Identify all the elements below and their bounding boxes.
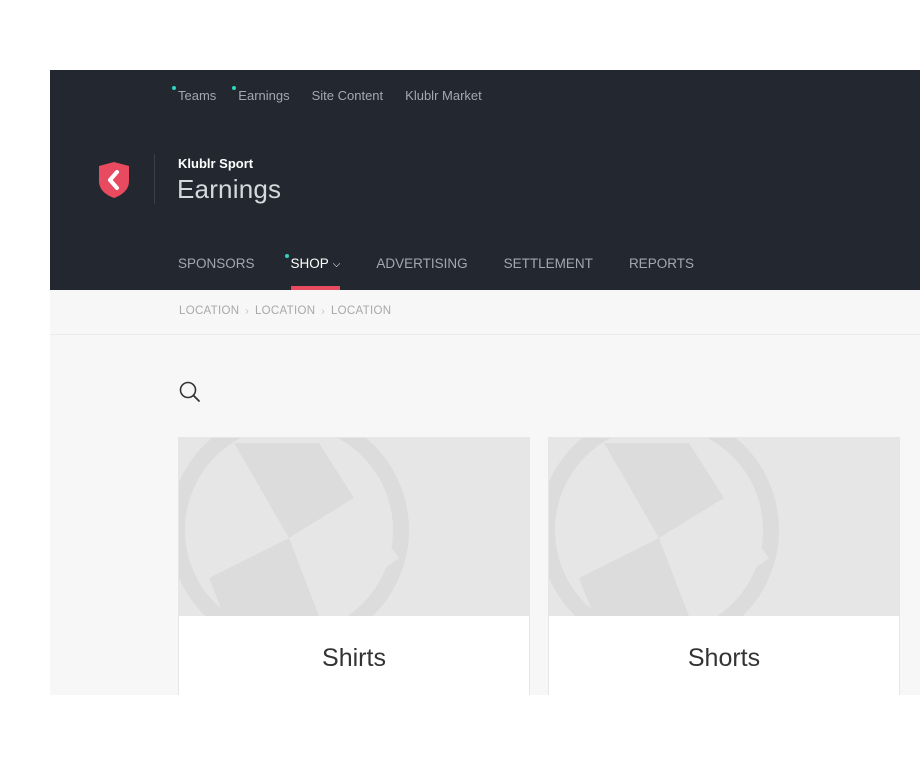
search-icon[interactable] (178, 380, 202, 404)
page-title: Earnings (177, 174, 282, 204)
placeholder-image (179, 438, 529, 616)
tab-reports[interactable]: REPORTS (629, 256, 694, 290)
image-placeholder-icon (179, 438, 409, 616)
topnav-label: Earnings (238, 88, 290, 103)
tab-label: SPONSORS (178, 256, 255, 271)
top-nav: Teams Earnings Site Content Klublr Marke… (172, 86, 482, 103)
topnav-item-teams[interactable]: Teams (172, 86, 217, 103)
card-label: Shorts (687, 644, 761, 672)
notification-dot (284, 254, 289, 258)
breadcrumb-item[interactable]: LOCATION (255, 305, 315, 317)
notification-dot (172, 86, 176, 90)
tab-label: REPORTS (628, 256, 694, 271)
topnav-item-site-content[interactable]: Site Content (312, 88, 384, 103)
tab-settlement[interactable]: SETTLEMENT (504, 256, 593, 290)
category-card-shirts[interactable]: Shirts (178, 437, 530, 695)
tab-sponsors[interactable]: SPONSORS (178, 256, 255, 290)
tab-label: ADVERTISING (376, 256, 468, 271)
chevron-right-icon: › (245, 305, 249, 317)
notification-dot (232, 86, 237, 90)
topnav-label: Site Content (311, 88, 384, 103)
org-name: Klublr Sport (178, 156, 254, 171)
topnav-item-earnings[interactable]: Earnings (232, 86, 290, 103)
card-label: Shirts (322, 644, 386, 672)
tab-label: SHOP (290, 256, 329, 271)
shield-logo-icon[interactable] (97, 161, 131, 199)
topnav-item-klublr-market[interactable]: Klublr Market (405, 88, 482, 103)
app-frame: Teams Earnings Site Content Klublr Marke… (50, 70, 920, 695)
chevron-right-icon: › (321, 305, 325, 317)
topnav-label: Teams (178, 88, 217, 103)
placeholder-image (549, 438, 899, 616)
breadcrumb-item[interactable]: LOCATION (179, 305, 239, 317)
tab-advertising[interactable]: ADVERTISING (376, 256, 467, 290)
breadcrumb: LOCATION › LOCATION › LOCATION (50, 290, 920, 335)
tab-label: SETTLEMENT (503, 256, 593, 271)
breadcrumb-item[interactable]: LOCATION (331, 305, 391, 317)
image-placeholder-icon (549, 438, 779, 616)
topnav-label: Klublr Market (405, 88, 482, 103)
tab-shop[interactable]: SHOP ⌵ (284, 254, 341, 290)
header-divider (154, 154, 155, 204)
chevron-down-icon: ⌵ (332, 259, 341, 270)
category-card-shorts[interactable]: Shorts (548, 437, 900, 695)
section-tabs: SPONSORS SHOP ⌵ ADVERTISING SETTLEMENT RE… (178, 254, 694, 290)
header: Teams Earnings Site Content Klublr Marke… (50, 70, 920, 290)
